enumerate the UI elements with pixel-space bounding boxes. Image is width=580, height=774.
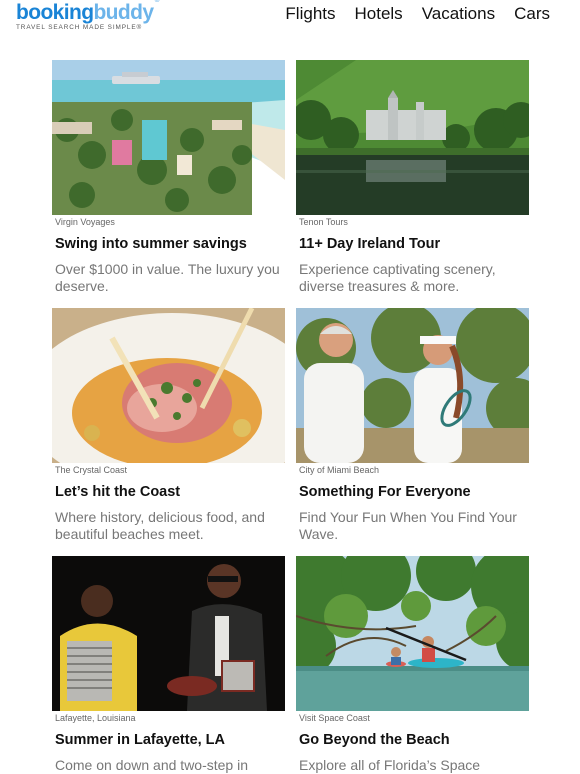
card-description: Come on down and two-step in — [55, 757, 248, 773]
nav-vacations[interactable]: Vacations — [422, 4, 495, 24]
card-title[interactable]: 11+ Day Ireland Tour — [299, 236, 529, 252]
seafood-dish-photo[interactable] — [52, 308, 285, 463]
kayak-mangrove-photo[interactable] — [296, 556, 529, 711]
deal-card-space-coast[interactable]: Visit Space Coast Go Beyond the Beach Ex… — [296, 556, 529, 774]
card-sponsor: Tenon Tours — [299, 217, 348, 227]
nav-hotels[interactable]: Hotels — [355, 4, 403, 24]
card-description: Experience captivating scenery, diverse … — [299, 261, 496, 294]
abbey-lake-photo[interactable] — [296, 60, 529, 215]
resort-beach-aerial-photo[interactable] — [52, 60, 285, 215]
deal-card-miami-beach[interactable]: City of Miami Beach Something For Everyo… — [296, 308, 529, 548]
card-title[interactable]: Swing into summer savings — [55, 236, 285, 252]
card-description: Where history, delicious food, and beaut… — [55, 509, 265, 542]
card-title[interactable]: Go Beyond the Beach — [299, 732, 529, 748]
deal-card-lafayette[interactable]: Lafayette, Louisiana Summer in Lafayette… — [52, 556, 285, 774]
card-sponsor: City of Miami Beach — [299, 465, 380, 475]
deal-card-virgin-voyages[interactable]: Virgin Voyages Swing into summer savings… — [52, 60, 285, 300]
deal-card-tenon-tours[interactable]: Tenon Tours 11+ Day Ireland Tour Experie… — [296, 60, 529, 300]
card-description: Over $1000 in value. The luxury you dese… — [55, 261, 280, 294]
card-sponsor: Lafayette, Louisiana — [55, 713, 136, 723]
card-title[interactable]: Summer in Lafayette, LA — [55, 732, 285, 748]
deal-card-crystal-coast[interactable]: The Crystal Coast Let’s hit the Coast Wh… — [52, 308, 285, 548]
musicians-photo[interactable] — [52, 556, 285, 711]
bookingbuddy-logo[interactable]: bookingbuddy® TRAVEL SEARCH MADE SIMPLE® — [16, 0, 166, 32]
card-sponsor: Visit Space Coast — [299, 713, 370, 723]
tennis-players-photo[interactable] — [296, 308, 529, 463]
logo-wordmark: bookingbuddy® — [16, 0, 160, 24]
card-description: Explore all of Florida’s Space — [299, 757, 481, 773]
card-sponsor: Virgin Voyages — [55, 217, 115, 227]
main-nav: Flights Hotels Vacations Cars — [285, 4, 550, 24]
logo-tagline: TRAVEL SEARCH MADE SIMPLE® — [16, 24, 143, 31]
card-description: Find Your Fun When You Find Your Wave. — [299, 509, 517, 542]
nav-cars[interactable]: Cars — [514, 4, 550, 24]
card-sponsor: The Crystal Coast — [55, 465, 128, 475]
nav-flights[interactable]: Flights — [285, 4, 335, 24]
header: bookingbuddy® TRAVEL SEARCH MADE SIMPLE®… — [0, 0, 580, 40]
card-title[interactable]: Something For Everyone — [299, 484, 529, 500]
card-title[interactable]: Let’s hit the Coast — [55, 484, 285, 500]
